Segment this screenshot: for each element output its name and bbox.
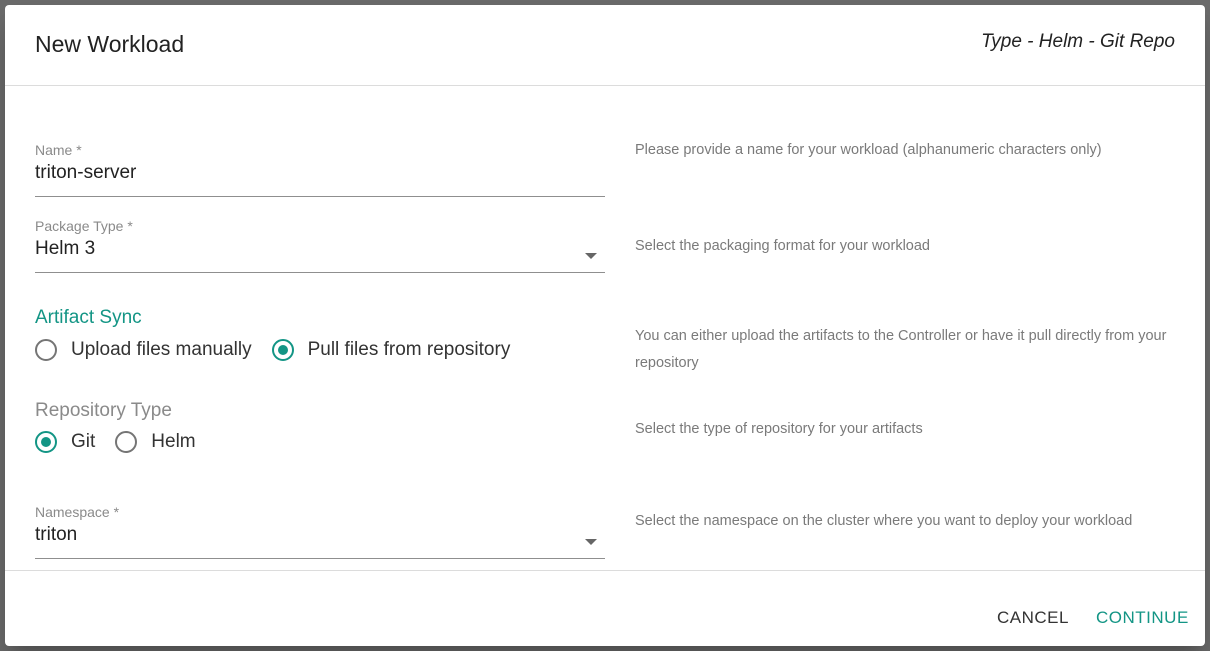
radio-label: Git (71, 431, 96, 452)
package-type-underline (35, 272, 605, 273)
continue-button[interactable]: CONTINUE (1096, 608, 1189, 628)
repository-type-title: Repository Type (35, 400, 172, 421)
namespace-value[interactable]: triton (35, 524, 605, 546)
dialog-subtitle: Type - Helm - Git Repo (981, 31, 1175, 52)
package-type-label: Package Type * (35, 218, 133, 234)
package-type-value[interactable]: Helm 3 (35, 238, 605, 260)
namespace-label: Namespace * (35, 504, 120, 520)
name-input[interactable]: triton-server (35, 162, 605, 184)
chevron-down-icon[interactable] (585, 539, 597, 545)
chevron-down-icon[interactable] (585, 253, 597, 259)
repository-type-help: Select the type of repository for your a… (635, 421, 923, 437)
dialog-title: New Workload (35, 31, 185, 57)
dialog-footer: CANCEL CONTINUE (5, 570, 1205, 646)
package-type-help: Select the packaging format for your wor… (635, 238, 930, 254)
artifact-sync-title: Artifact Sync (35, 307, 142, 328)
package-type-select[interactable]: Package Type * Helm 3 (35, 218, 605, 273)
radio-label: Upload files manually (71, 339, 252, 360)
artifact-sync-radio-group: Upload files manually Pull files from re… (35, 339, 530, 361)
radio-unchecked-icon[interactable] (35, 339, 57, 361)
name-field[interactable]: Name * triton-server (35, 142, 605, 197)
name-help: Please provide a name for your workload … (635, 142, 1102, 158)
new-workload-dialog: New Workload Type - Helm - Git Repo Name… (5, 5, 1205, 646)
namespace-underline (35, 558, 605, 559)
radio-unchecked-icon[interactable] (115, 431, 138, 453)
radio-pull-files-from-repository[interactable]: Pull files from repository (271, 339, 511, 361)
radio-label: Pull files from repository (307, 339, 511, 360)
radio-git[interactable]: Git (35, 431, 95, 453)
repository-type-radio-group: Git Helm (35, 431, 216, 453)
name-underline (35, 196, 605, 197)
dialog-header: New Workload Type - Helm - Git Repo (5, 5, 1205, 86)
radio-checked-icon[interactable] (271, 339, 294, 361)
radio-checked-icon[interactable] (35, 431, 57, 453)
name-label: Name * (35, 142, 82, 158)
radio-upload-files-manually[interactable]: Upload files manually (35, 339, 252, 361)
radio-label: Helm (151, 431, 196, 452)
artifact-sync-help: You can either upload the artifacts to t… (635, 328, 1167, 371)
cancel-button[interactable]: CANCEL (997, 608, 1069, 628)
namespace-help: Select the namespace on the cluster wher… (635, 513, 1133, 529)
dialog-content: Name * triton-server Please provide a na… (5, 86, 1205, 570)
namespace-select[interactable]: Namespace * triton (35, 504, 605, 559)
radio-helm[interactable]: Helm (115, 431, 196, 453)
